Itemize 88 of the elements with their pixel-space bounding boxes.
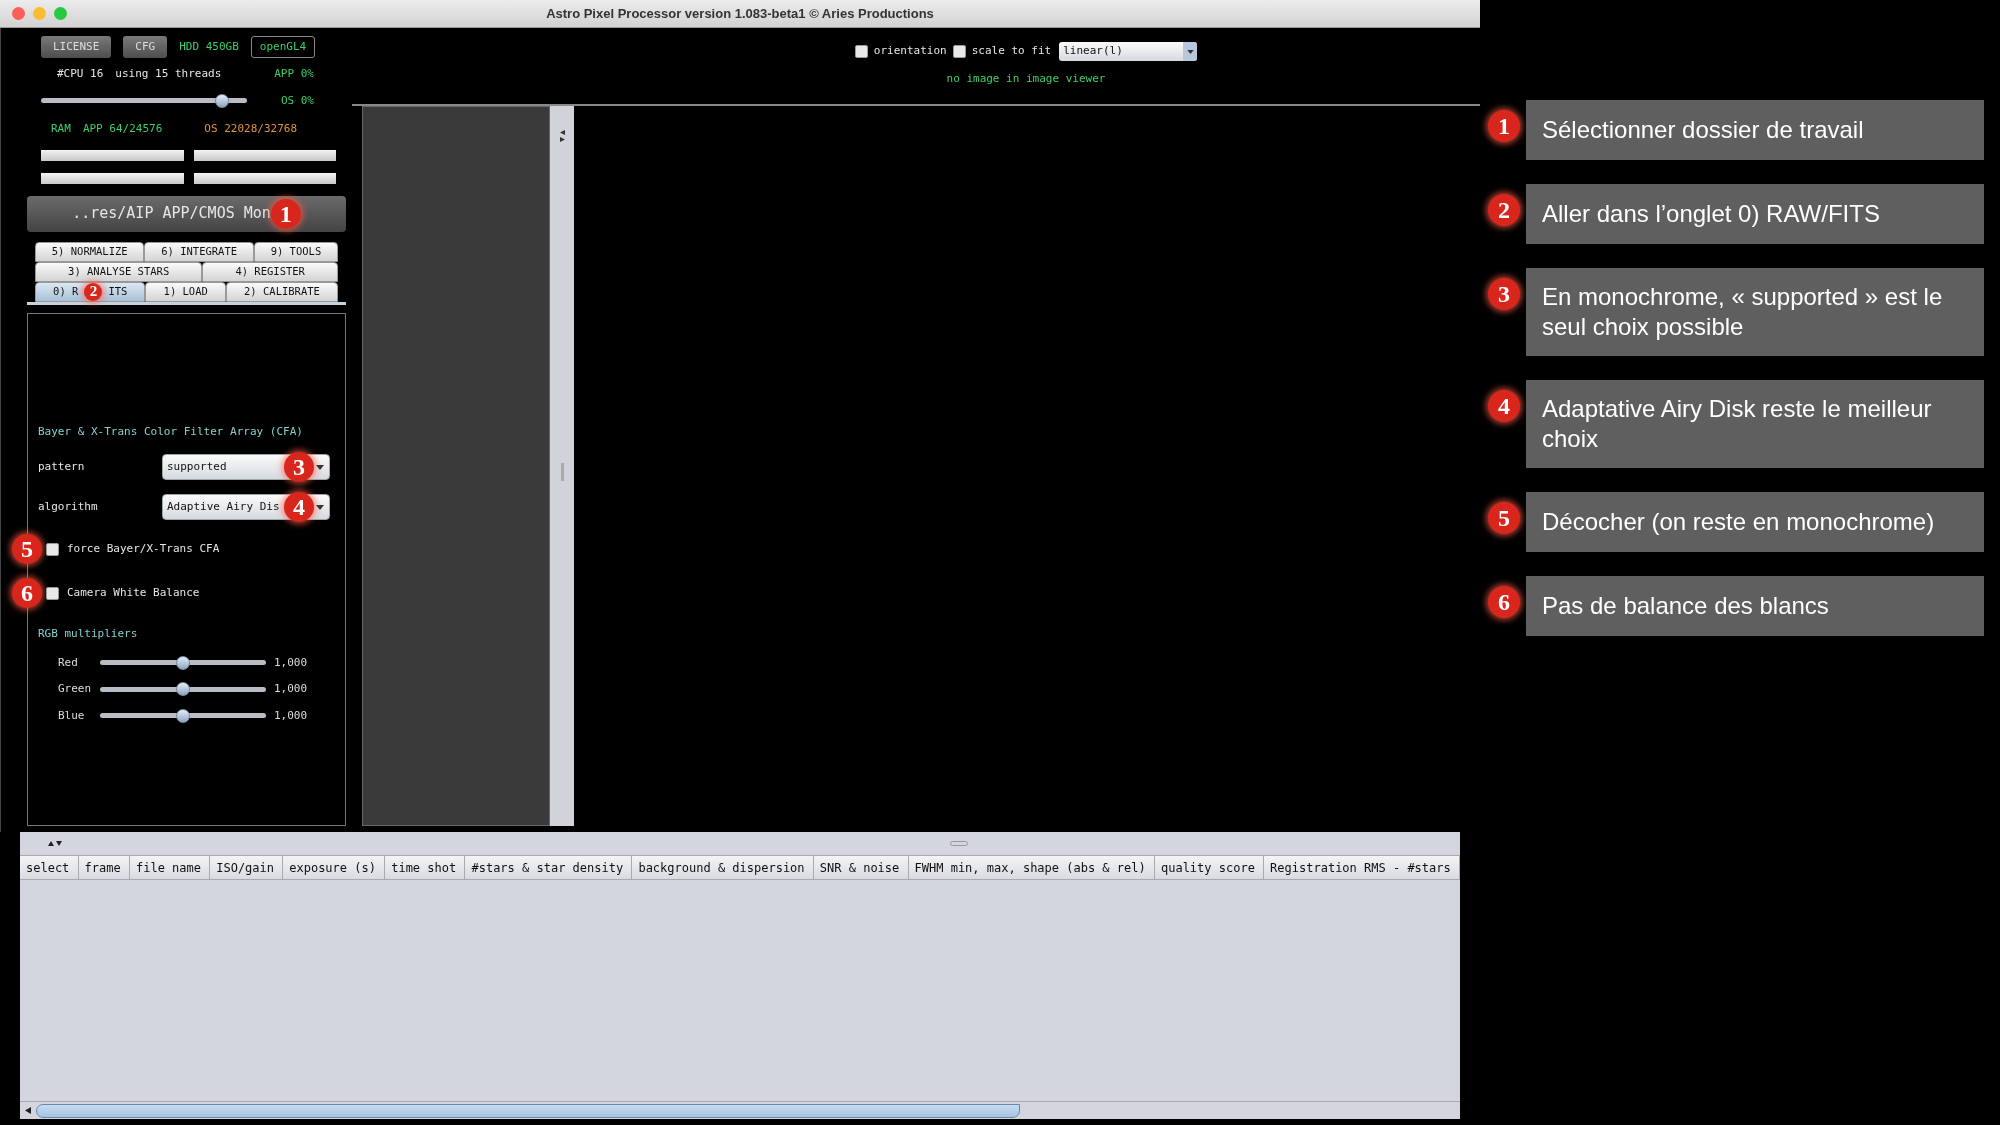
checkbox[interactable] [46,586,59,600]
slider-value: 1,000 [274,707,308,724]
note-text: Pas de balance des blancs [1542,591,1829,621]
note-text: Sélectionner dossier de travail [1542,115,1864,145]
step-badge: 2 [1488,194,1520,226]
slider-track[interactable] [41,93,247,108]
slider-track[interactable] [100,655,266,670]
caret-icon [1186,49,1194,54]
slider-thumb[interactable] [215,93,230,108]
os-cpu: OS 0% [280,92,314,109]
slider-label: Green [58,681,93,697]
toolbar-button[interactable]: LICENSE [41,36,112,58]
column-header[interactable]: file name [129,856,211,879]
ram-label: RAM [51,121,71,137]
toolbar-button[interactable]: CFG [123,36,168,58]
section-heading: Bayer & X-Trans Color Filter Array (CFA) [38,423,304,440]
checkbox-label: Camera White Balance [67,584,200,601]
ram-app: APP 64/24576 [82,121,163,137]
slider-track[interactable] [100,682,266,697]
caret-icon [316,464,324,470]
column-header[interactable]: time shot [385,856,466,879]
column-header[interactable]: SNR & noise [813,856,909,879]
scroll-left-icon[interactable] [25,1107,31,1114]
column-header[interactable]: Registration RMS - #stars [1264,856,1460,879]
column-header[interactable]: quality score [1154,856,1265,879]
tab[interactable]: 5) NORMALIZE [35,241,145,262]
tab[interactable]: 4) REGISTER [202,261,338,282]
folder-button[interactable]: ..res/AIP APP/CMOS Mon 1 [27,195,346,232]
note-text: Décocher (on reste en monochrome) [1542,507,1935,537]
collapse-icon[interactable] [559,130,565,142]
dropdown[interactable]: Adaptive Airy Dis 4 [162,494,330,520]
resize-handle[interactable] [950,841,968,846]
step-badge: 2 [84,282,103,301]
column-header[interactable]: select [20,856,79,879]
disk-space: HDD 450GB [179,38,239,55]
sort-icon[interactable] [48,841,62,846]
column-header[interactable]: #stars & star density [465,856,633,879]
checkbox[interactable] [854,45,868,58]
slider-track[interactable] [100,708,266,723]
section-heading: RGB multipliers [38,626,139,642]
cpu-count: #CPU 16 [57,66,104,82]
tab[interactable]: 3) ANALYSE STARS [35,261,203,282]
dropdown[interactable]: linear(l) [1059,42,1198,61]
tab[interactable]: 0) R 2 ITS [35,281,146,302]
column-header[interactable]: ISO/gain [210,856,284,879]
dropdown[interactable]: supported 3 [162,454,330,480]
checkbox[interactable] [952,45,966,58]
column-header[interactable]: background & dispersion [632,856,814,879]
step-badge: 6 [1488,586,1520,618]
checkbox-label: scale to fit [971,43,1052,60]
step-badge: 1 [1488,110,1520,142]
caret-icon [316,504,324,510]
window-title: Astro Pixel Processor version 1.083-beta1 © Aries Productions [546,4,934,23]
tab[interactable]: 6) INTEGRATE [144,241,254,262]
column-header[interactable]: frame [78,856,130,879]
note-text: En monochrome, « supported » est le seul choix possible [1542,282,1944,342]
note-text: Adaptative Airy Disk reste le meilleur choix [1542,394,1933,454]
checkbox-label: orientation [873,43,947,60]
slider-value: 1,000 [274,681,308,697]
thread-count: using 15 threads [115,66,222,82]
column-header[interactable]: exposure (s) [283,856,386,879]
scrollbar-thumb[interactable] [36,1103,1020,1118]
slider-value: 1,000 [274,654,308,671]
column-header[interactable]: FWHM min, max, shape (abs & rel) [908,856,1155,879]
slider-label: Red [58,654,79,671]
checkbox-label: force Bayer/X-Trans CFA [67,540,220,557]
tab[interactable]: 1) LOAD [145,281,226,302]
note-text: Aller dans l’onglet 0) RAW/FITS [1542,199,1880,229]
status-message: no image in image viewer [946,71,1106,87]
renderer-label: openGL4 [250,36,316,58]
step-badge: 6 [12,578,42,608]
field-label: pattern [38,458,86,475]
ram-os: OS 22028/32768 [204,121,298,137]
step-badge: 3 [284,452,314,482]
step-badge: 5 [1488,502,1520,534]
slider-thumb[interactable] [176,655,190,670]
step-badge: 1 [270,198,301,229]
tab[interactable]: 9) TOOLS [253,241,338,262]
slider-thumb[interactable] [176,682,190,697]
slider-label: Blue [58,707,86,724]
step-badge: 4 [1488,390,1520,422]
step-badge: 5 [12,534,42,564]
step-badge: 4 [284,492,314,522]
step-badge: 3 [1488,278,1520,310]
slider-thumb[interactable] [176,708,190,723]
field-label: algorithm [38,498,99,515]
checkbox[interactable] [46,542,59,556]
app-cpu: APP 0% [274,66,314,82]
